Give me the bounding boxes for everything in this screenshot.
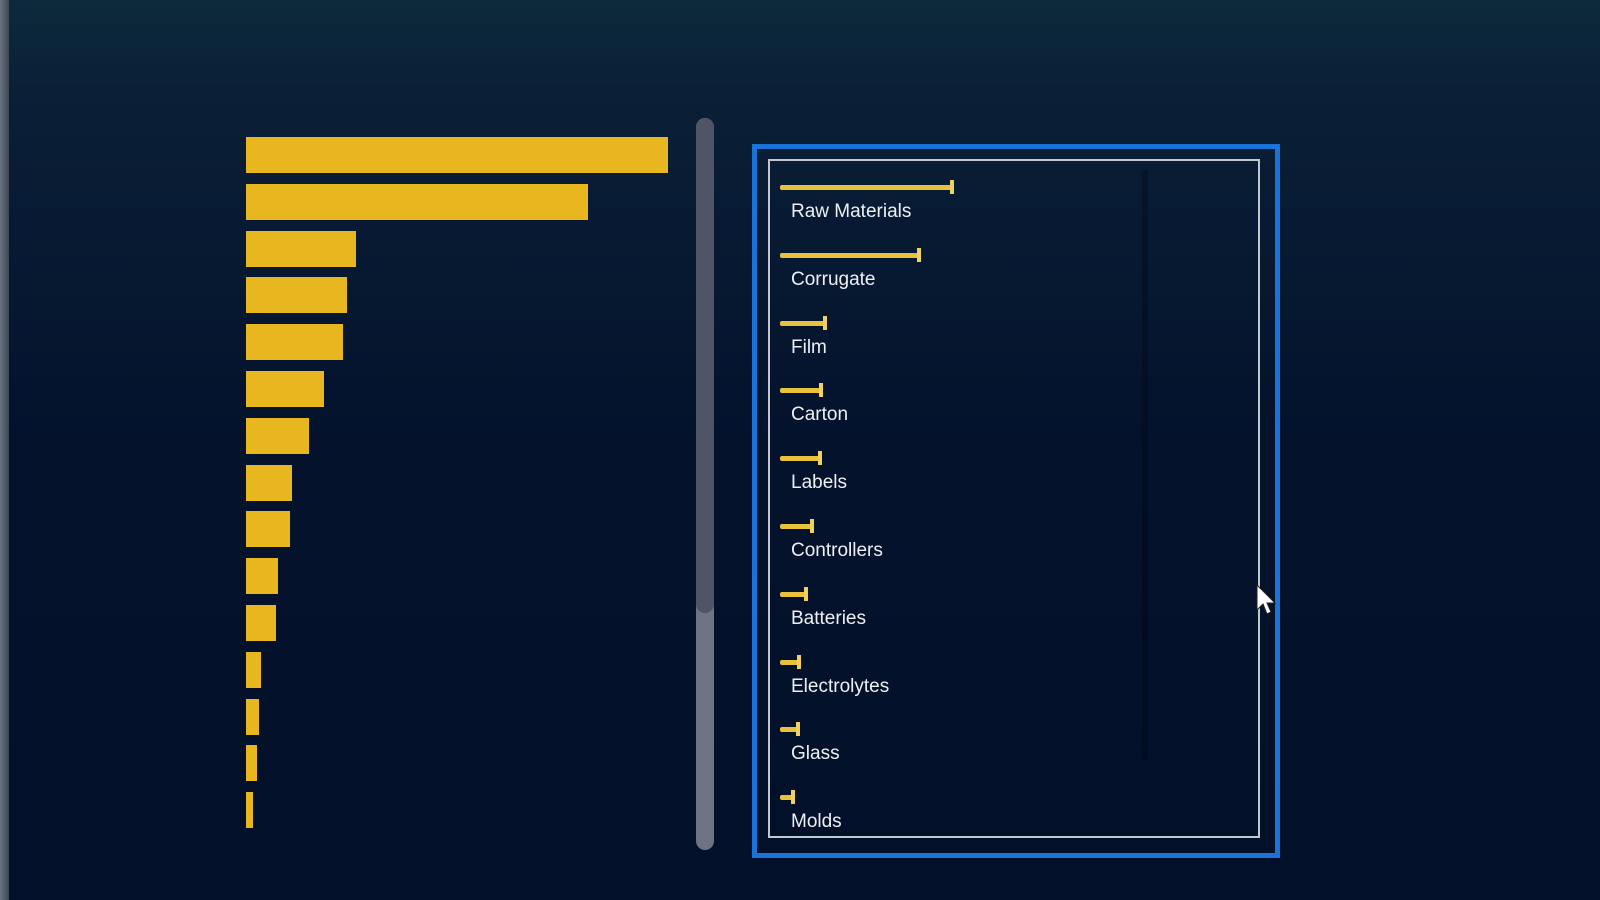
slicer-bar[interactable] xyxy=(780,320,825,326)
slicer-bar[interactable] xyxy=(780,524,812,529)
slicer-item-label[interactable]: Controllers xyxy=(791,540,883,562)
slicer-bar-end xyxy=(790,790,795,805)
slicer-bar[interactable] xyxy=(780,185,952,190)
slicer-item-label[interactable]: Corrugate xyxy=(791,269,876,291)
slicer-bar[interactable] xyxy=(780,252,920,258)
slicer-bar-end xyxy=(822,315,827,330)
bar[interactable] xyxy=(246,137,668,173)
bar[interactable] xyxy=(246,745,257,782)
bar[interactable] xyxy=(246,792,254,829)
slicer-bar-end xyxy=(950,180,954,194)
slicer-bar-end xyxy=(796,722,801,737)
slicer-bar-end xyxy=(796,654,801,669)
slicer-bar[interactable] xyxy=(780,456,820,462)
window-edge xyxy=(0,0,9,900)
bar[interactable] xyxy=(246,698,259,735)
bar[interactable] xyxy=(246,464,293,501)
slicer-bar[interactable] xyxy=(780,591,806,597)
slicer-item-label[interactable]: Labels xyxy=(791,472,847,494)
bar[interactable] xyxy=(246,558,278,595)
mouse-cursor-icon xyxy=(1256,584,1277,615)
bar[interactable] xyxy=(246,417,310,454)
bar[interactable] xyxy=(246,371,325,407)
bar[interactable] xyxy=(246,651,261,688)
slicer-bar-end xyxy=(819,383,824,398)
bar[interactable] xyxy=(246,511,291,548)
slicer-bar-end xyxy=(803,586,808,601)
bar[interactable] xyxy=(246,277,348,314)
slicer-bar-end xyxy=(817,451,822,466)
slicer-item-label[interactable]: Carton xyxy=(791,404,848,426)
scrollbar-thumb[interactable] xyxy=(696,118,714,613)
slicer-item-label[interactable]: Film xyxy=(791,337,827,359)
slicer-item-label[interactable]: Molds xyxy=(791,811,842,832)
bar[interactable] xyxy=(246,183,588,220)
slicer-bar-end xyxy=(809,519,814,533)
slicer-bar-end xyxy=(917,247,922,262)
slicer-item-label[interactable]: Raw Materials xyxy=(791,201,911,223)
slicer-item-label[interactable]: Glass xyxy=(791,743,840,765)
bar[interactable] xyxy=(246,605,276,641)
divider-line xyxy=(1142,170,1148,760)
slicer-bar[interactable] xyxy=(780,388,822,394)
slicer-item-label[interactable]: Electrolytes xyxy=(791,676,889,698)
bar[interactable] xyxy=(246,230,356,267)
slicer-item-label[interactable]: Batteries xyxy=(791,608,866,630)
bar[interactable] xyxy=(246,324,344,361)
slicer-visual[interactable] xyxy=(768,159,1260,838)
